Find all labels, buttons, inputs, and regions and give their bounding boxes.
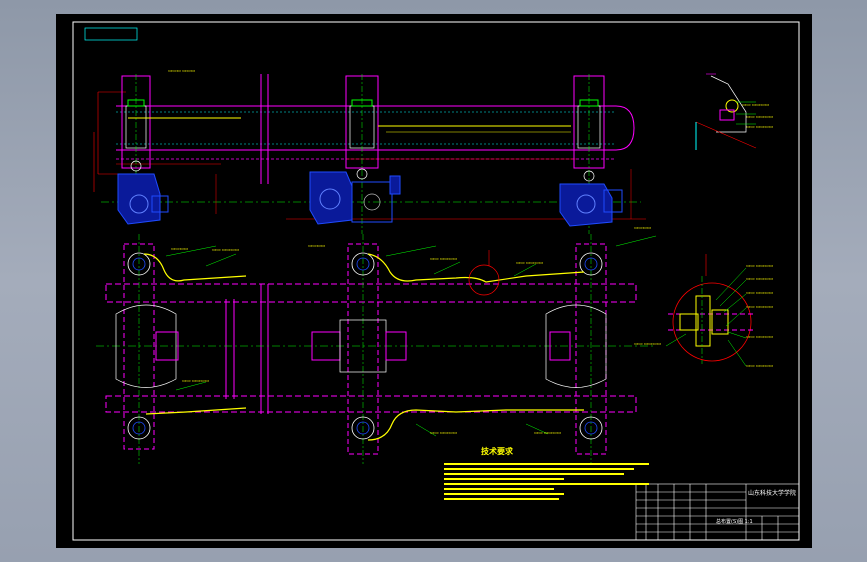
cad-drawing xyxy=(72,21,800,541)
mount-3 xyxy=(559,74,623,234)
drawing-label: ▭▭ ▭▭▭▭ xyxy=(746,364,773,369)
detail-view-top xyxy=(695,73,757,150)
drawing-label: ▭▭ ▭▭▭▭ xyxy=(634,342,661,347)
top-elevation-view xyxy=(93,74,646,234)
drawing-label: ▭▭ ▭▭▭▭ xyxy=(516,261,543,266)
drawing-label: ▭▭ ▭▭▭▭ xyxy=(746,335,773,340)
plan-view xyxy=(96,234,657,464)
drawing-label: ▭▭ ▭▭▭▭ xyxy=(746,264,773,269)
mount-2 xyxy=(309,74,571,234)
drawing-label: ▭▭▭▭ xyxy=(308,244,326,249)
drawing-label: ▭▭ ▭▭▭▭ xyxy=(746,305,773,310)
detail-view-I xyxy=(665,254,756,367)
drawing-label: ▭▭ ▭▭▭▭ xyxy=(746,277,773,282)
corner-label-box xyxy=(84,27,138,41)
drawing-label: ▭▭ ▭▭▭▭ xyxy=(182,379,209,384)
drawing-sheet: ▭▭▭ ▭▭▭ ▭▭▭▭ ▭▭ ▭▭▭▭ ▭▭▭▭ ▭▭ ▭▭▭▭ ▭▭ ▭▭▭… xyxy=(56,14,812,548)
drawing-label: ▭▭ ▭▭▭▭ xyxy=(746,291,773,296)
drawing-label: ▭▭ ▭▭▭▭ xyxy=(430,431,457,436)
drawing-label: ▭▭ ▭▭▭▭ xyxy=(212,248,239,253)
drawing-label: ▭▭ ▭▭▭▭ xyxy=(534,431,561,436)
drawing-label: ▭▭ ▭▭▭▭ xyxy=(742,103,769,108)
drawing-label: ▭▭ ▭▭▭▭ xyxy=(746,125,773,130)
drawing-label: ▭▭▭▭ xyxy=(634,226,652,231)
drawing-label: ▭▭ ▭▭▭▭ xyxy=(430,257,457,262)
technical-notes-body xyxy=(444,460,649,503)
drawing-label: ▭▭▭ ▭▭▭ xyxy=(168,69,195,74)
drawing-label: ▭▭ ▭▭▭▭ xyxy=(746,115,773,120)
drawing-label: ▭▭▭▭ xyxy=(171,247,189,252)
title-block-school: 山东科技大学学院 xyxy=(748,490,797,497)
title-block-drawing-title: 总布置(S)图 1:1 xyxy=(716,519,753,525)
mount-1 xyxy=(117,74,241,225)
technical-notes-heading: 技术要求 xyxy=(481,447,513,456)
